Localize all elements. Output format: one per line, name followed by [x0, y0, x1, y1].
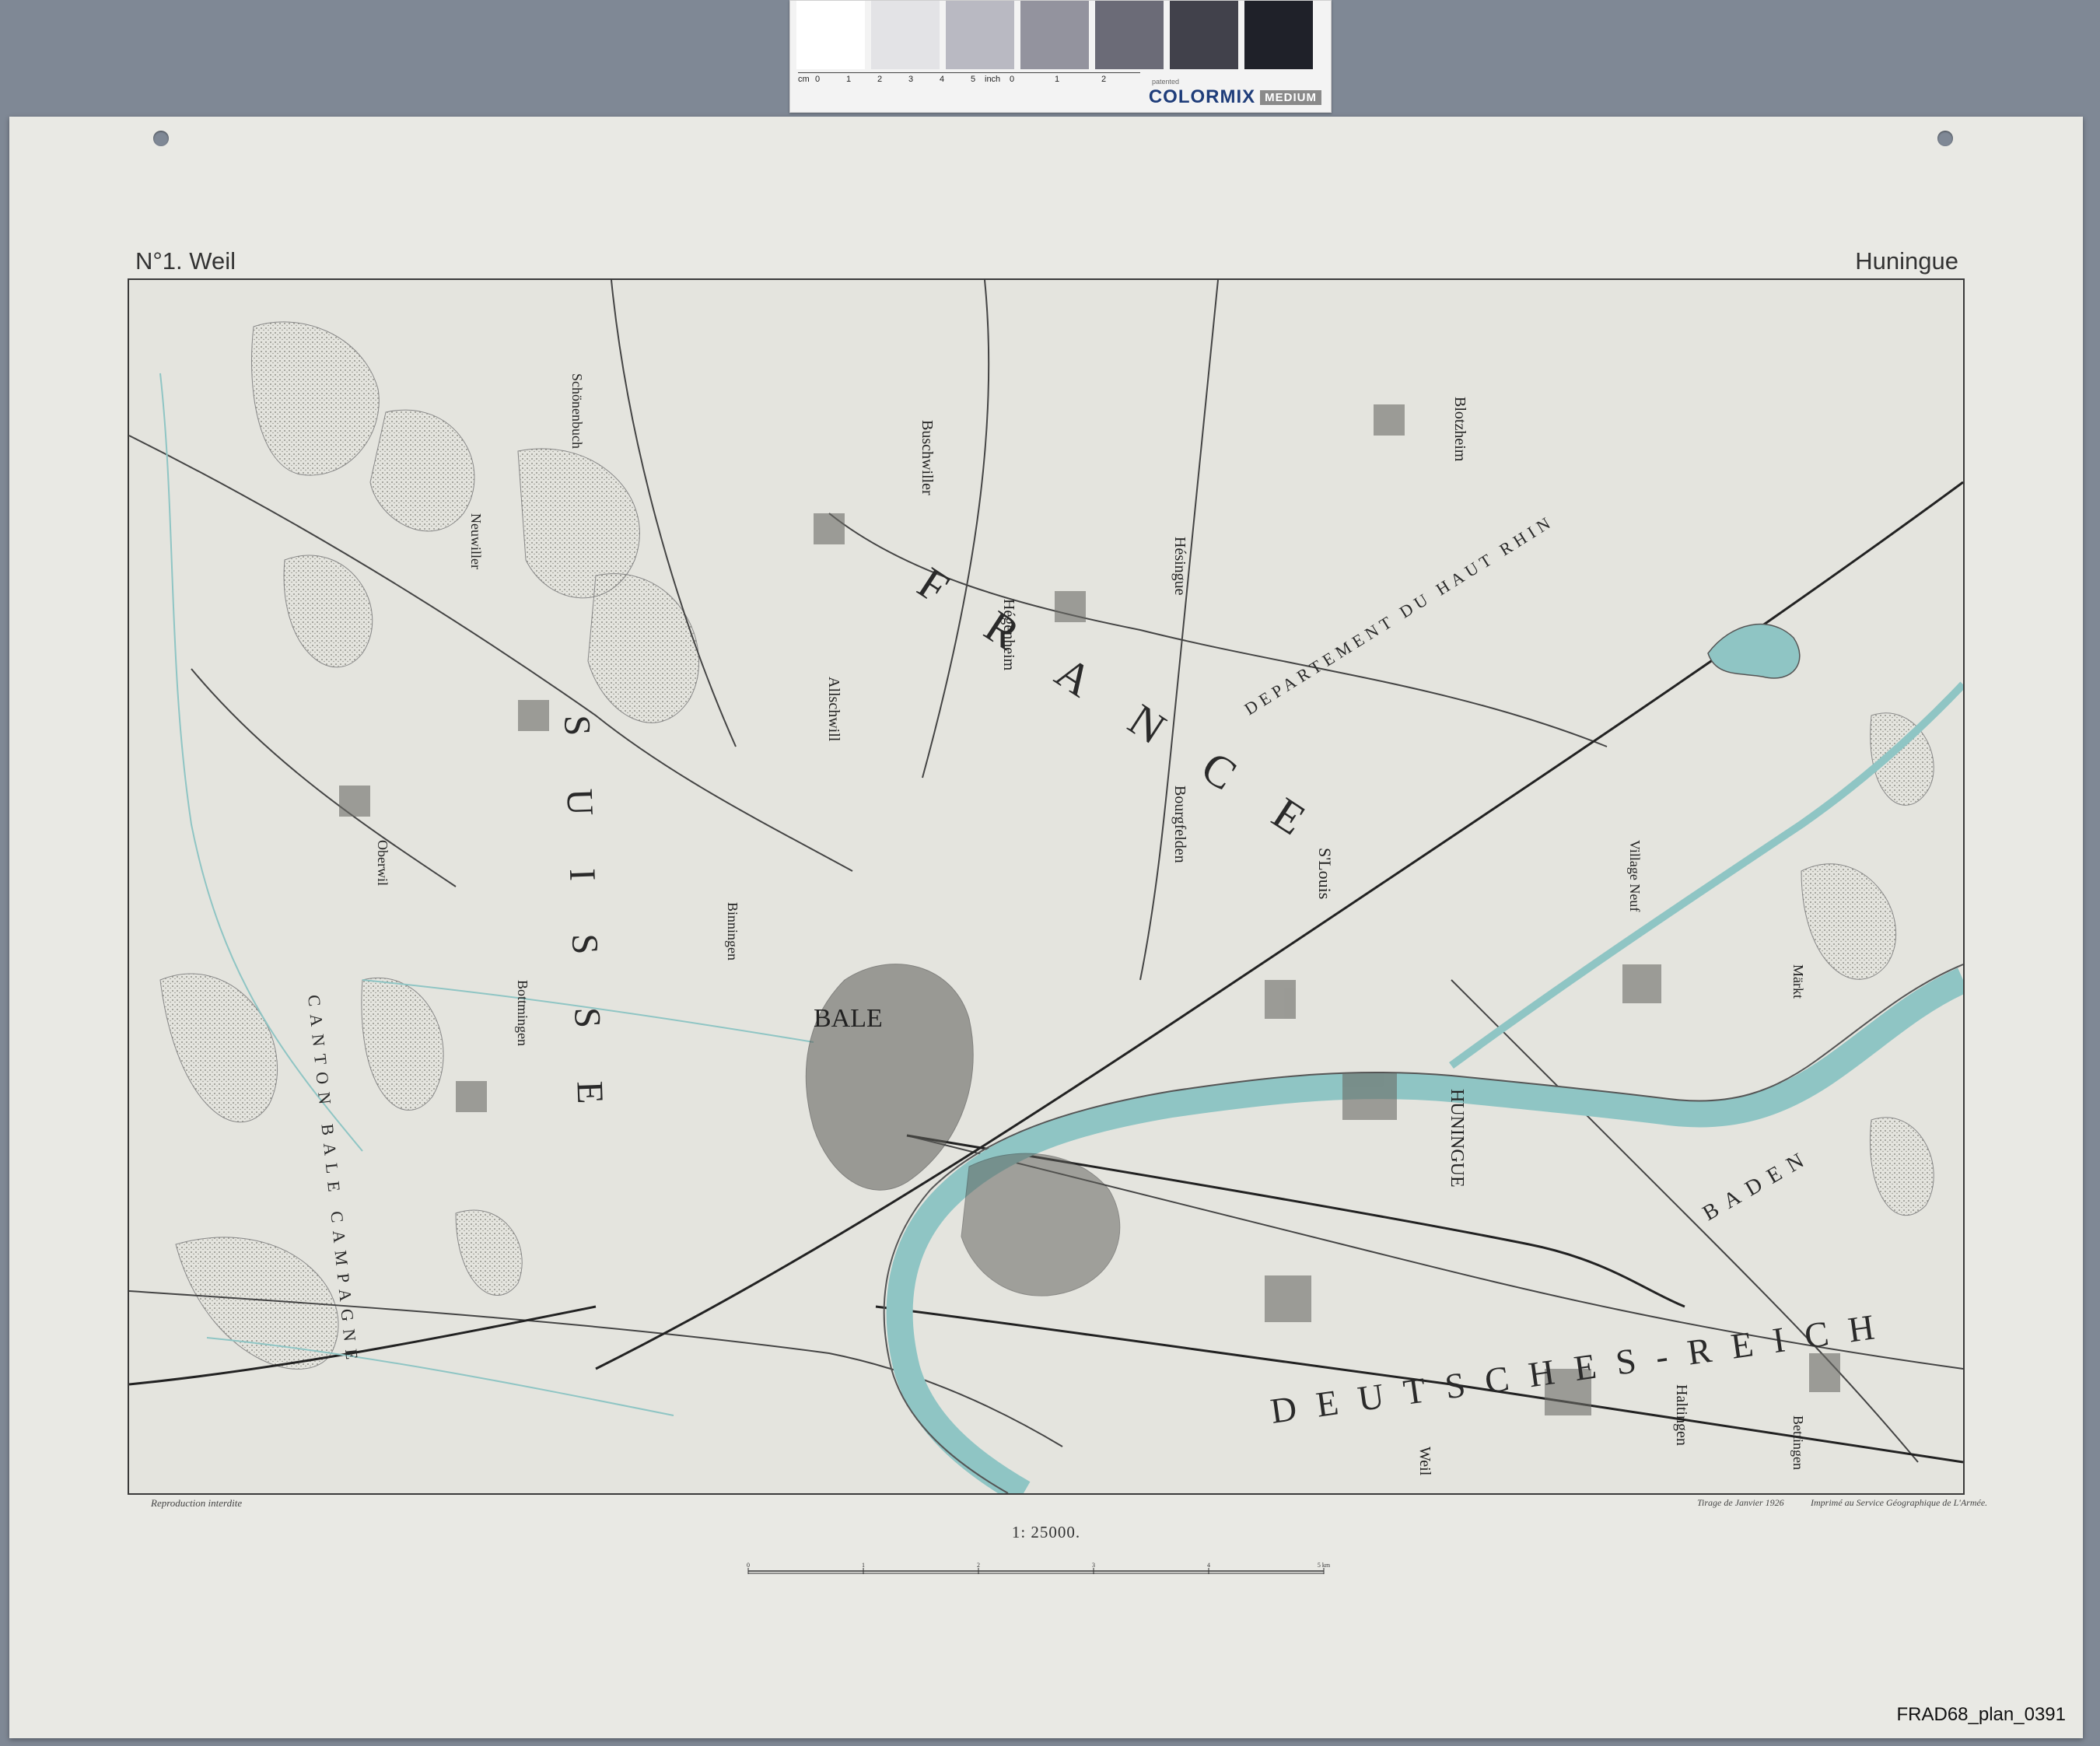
swatch-4 — [1020, 1, 1089, 69]
archive-identifier: FRAD68_plan_0391 — [1896, 1704, 2067, 1725]
place-label: S'Louis — [1315, 848, 1335, 899]
ruler-unit-inch: inch — [985, 75, 1001, 84]
map-sheet: N°1. Weil Huningue FRANCE SUISSE DEUTSCH… — [9, 117, 2083, 1738]
place-label: Neuwiller — [468, 513, 484, 569]
scale-ticks: 0 1 2 3 4 5 km — [747, 1562, 1331, 1574]
place-label: Hégenheim — [1000, 599, 1017, 671]
ruler-tick: 3 — [908, 75, 914, 84]
punch-hole-right — [1937, 131, 1953, 146]
place-label: Bottmingen — [515, 980, 530, 1046]
swatch-5 — [1095, 1, 1164, 69]
ruler-tick: 5 — [971, 75, 976, 84]
place-label: HUNINGUE — [1447, 1089, 1467, 1188]
place-label: Allschwill — [825, 677, 842, 742]
ruler-tick: 1 — [1055, 75, 1060, 84]
scale-tick-label: 0 — [747, 1562, 750, 1569]
card-brand-name: COLORMIX — [1148, 86, 1256, 107]
scale-tick-label: 2 — [977, 1562, 980, 1569]
place-label: Village Neuf — [1627, 840, 1643, 911]
scale-tick-label: 4 — [1207, 1562, 1210, 1569]
swatch-3 — [946, 1, 1014, 69]
place-label: Hésingue — [1171, 537, 1188, 596]
place-label: Blotzheim — [1451, 397, 1468, 462]
ruler-tick: 1 — [846, 75, 852, 84]
place-label: Bettingen — [1790, 1415, 1806, 1470]
swatch-6 — [1170, 1, 1238, 69]
adjacent-sheet-title: Huningue — [1855, 247, 1958, 275]
place-label: Schönenbuch — [569, 373, 585, 449]
place-label: Binningen — [725, 902, 740, 960]
punch-hole-left — [153, 131, 169, 146]
place-label: Bourgfelden — [1171, 786, 1188, 863]
place-label: Weil — [1416, 1447, 1433, 1476]
color-calibration-card: cm 0 1 2 3 4 5 inch 0 1 2 patented COLOR… — [789, 0, 1332, 113]
map-scale: 1: 25000. — [1011, 1523, 1081, 1541]
ruler-tick: 0 — [1010, 75, 1015, 84]
scale-tick-label: 3 — [1092, 1562, 1095, 1569]
footer-print-date: Tirage de Janvier 1926 — [1697, 1497, 1784, 1508]
ruler-tick: 4 — [940, 75, 945, 84]
map-frame[interactable]: FRANCE SUISSE DEUTSCHES-REICH DEPARTEMEN… — [128, 278, 1965, 1495]
scale-tick-label: 1 — [862, 1562, 865, 1569]
swatch-2 — [871, 1, 940, 69]
scale-bar: 0 1 2 3 4 5 km — [747, 1562, 1331, 1574]
place-label: Oberwil — [375, 840, 390, 886]
ruler-tick: 2 — [1101, 75, 1107, 84]
ruler-unit-cm: cm — [798, 75, 810, 84]
swatch-7 — [1244, 1, 1313, 69]
topographic-map[interactable]: FRANCE SUISSE DEUTSCHES-REICH DEPARTEMEN… — [129, 280, 1963, 1493]
place-label: BALE — [814, 1004, 883, 1033]
scale-tick-label: 5 km — [1318, 1562, 1331, 1569]
place-label: Buschwiller — [919, 420, 936, 495]
ruler-tick: 0 — [815, 75, 821, 84]
card-brand-logo: COLORMIX MEDIUM — [1149, 86, 1321, 108]
place-label: Märkt — [1790, 964, 1806, 999]
card-badge: MEDIUM — [1260, 90, 1321, 106]
ruler-tick: 2 — [877, 75, 883, 84]
footer-reproduction-notice: Reproduction interdite — [151, 1497, 243, 1509]
card-patent-text: patented — [1151, 78, 1179, 86]
place-label: Haltingen — [1673, 1384, 1690, 1446]
sheet-number-title: N°1. Weil — [135, 247, 236, 275]
swatch-1 — [796, 1, 865, 69]
footer-printer: Imprimé au Service Géographique de L'Arm… — [1811, 1497, 1988, 1508]
calibration-ruler: cm 0 1 2 3 4 5 inch 0 1 2 — [798, 72, 1140, 90]
